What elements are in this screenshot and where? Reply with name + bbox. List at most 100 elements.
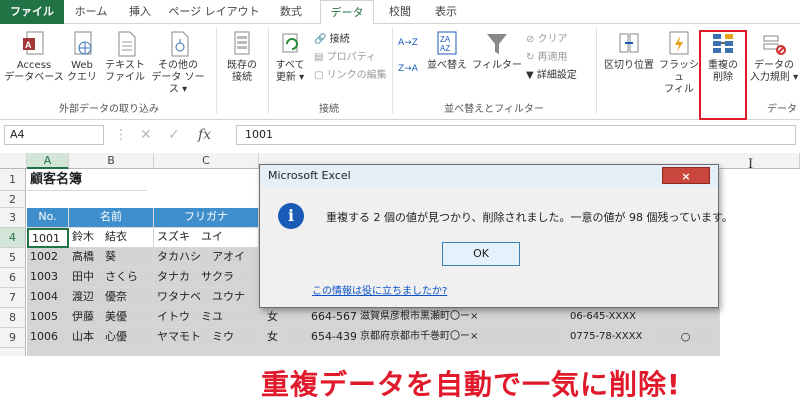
- enter-icon[interactable]: ✓: [168, 125, 180, 145]
- sort-az-icon: A→Z: [398, 38, 418, 48]
- existing-connections-button[interactable]: 既存の 接続: [220, 30, 264, 84]
- table-cell[interactable]: ヤマモト ミウ: [154, 328, 259, 348]
- tab-page-layout[interactable]: ページ レイアウト: [164, 0, 264, 24]
- dialog-title: Microsoft Excel: [260, 165, 718, 187]
- existing-label-2: 接続: [232, 72, 252, 83]
- table-cell-address[interactable]: 滋賀県彦根市黒瀬町〇ー×: [357, 308, 562, 328]
- advanced-button[interactable]: ▼ 詳細設定: [526, 68, 577, 83]
- properties-button[interactable]: ▤ プロパティ: [314, 50, 376, 65]
- row-header[interactable]: 5: [0, 248, 26, 268]
- text-label-1: テキスト: [105, 60, 145, 71]
- table-cell[interactable]: タカハシ アオイ: [154, 248, 259, 268]
- formula-input[interactable]: 1001: [236, 125, 796, 145]
- header-cell-no[interactable]: No.: [27, 208, 69, 228]
- feedback-link[interactable]: この情報は役に立ちましたか?: [312, 282, 447, 297]
- column-header-a[interactable]: A: [27, 153, 69, 169]
- header-cell-name[interactable]: 名前: [69, 208, 154, 228]
- table-cell[interactable]: 渡辺 優奈: [69, 288, 154, 308]
- sort-descending-button[interactable]: Z→A: [398, 62, 418, 77]
- filter-button[interactable]: フィルター: [472, 30, 522, 72]
- table-cell-gender[interactable]: 女: [259, 308, 287, 328]
- row-header[interactable]: 2: [0, 191, 26, 208]
- clear-button[interactable]: ⊘ クリア: [526, 32, 568, 47]
- tab-view[interactable]: 表示: [424, 0, 468, 24]
- ribbon-divider: [268, 28, 269, 114]
- select-all-corner[interactable]: [0, 153, 27, 169]
- ribbon-divider: [216, 28, 217, 114]
- text-file-button[interactable]: テキスト ファイル: [102, 30, 148, 84]
- tab-file[interactable]: ファイル: [0, 0, 64, 24]
- flash-fill-button[interactable]: フラッシュ フィル: [658, 30, 700, 96]
- table-cell-mark[interactable]: ○: [652, 328, 720, 348]
- tab-formulas[interactable]: 数式: [266, 0, 316, 24]
- web-query-button[interactable]: Web クエリ: [64, 30, 100, 84]
- access-label-1: Access: [16, 60, 52, 71]
- row-header[interactable]: 1: [0, 169, 26, 191]
- refresh-all-button[interactable]: すべて 更新 ▾: [270, 30, 310, 84]
- table-cell[interactable]: スズキ ユイ: [154, 228, 259, 248]
- dialog-message: 重複する 2 個の値が見つかり、削除されました。一意の値が 98 個残っています…: [326, 211, 733, 224]
- promo-caption: 重複データを自動で一気に削除!: [261, 368, 681, 401]
- dialog-close-button[interactable]: ×: [662, 167, 710, 184]
- tab-review[interactable]: 校閲: [378, 0, 422, 24]
- row-header[interactable]: 8: [0, 308, 26, 328]
- sort-label: 並べ替え: [427, 60, 467, 71]
- validation-label-1: データの: [754, 60, 794, 71]
- table-cell[interactable]: 1002: [27, 248, 69, 268]
- text-file-icon: [118, 31, 136, 57]
- column-header-c[interactable]: C: [154, 153, 259, 169]
- table-cell[interactable]: 山本 心優: [69, 328, 154, 348]
- row-header[interactable]: 7: [0, 288, 26, 308]
- table-cell-address[interactable]: 京都府京都市千巻町〇ー×: [357, 328, 562, 348]
- row-header[interactable]: 9: [0, 328, 26, 348]
- table-cell[interactable]: タナカ サクラ: [154, 268, 259, 288]
- header-cell-furigana[interactable]: フリガナ: [154, 208, 259, 228]
- table-cell-phone[interactable]: 0775-78-XXXX: [562, 328, 652, 348]
- insert-function-icon[interactable]: fx: [198, 125, 211, 145]
- table-cell-zip[interactable]: 664-5678: [287, 308, 357, 328]
- other-sources-button[interactable]: その他の データ ソース ▾: [148, 30, 208, 96]
- svg-text:ZA: ZA: [440, 35, 451, 44]
- access-database-button[interactable]: A Access データベース: [4, 30, 64, 84]
- reapply-button[interactable]: ↻ 再適用: [526, 50, 568, 65]
- name-box[interactable]: A4: [4, 125, 104, 145]
- ok-button[interactable]: OK: [442, 242, 520, 266]
- data-validation-button[interactable]: データの 入力規則 ▾: [748, 30, 800, 84]
- sheet-title[interactable]: 顧客名簿: [27, 169, 147, 191]
- table-cell-phone[interactable]: 06-645-XXXX: [562, 308, 652, 328]
- column-header-b[interactable]: B: [69, 153, 154, 169]
- row-header[interactable]: 3: [0, 208, 26, 228]
- connections-button[interactable]: 🔗 接続: [314, 32, 350, 47]
- table-cell[interactable]: 鈴木 結衣: [69, 228, 154, 248]
- formula-controls: ⋮ ✕ ✓ fx: [110, 125, 230, 145]
- tab-home[interactable]: ホーム: [66, 0, 116, 24]
- table-row-partial: [27, 348, 720, 356]
- text-to-columns-button[interactable]: 区切り位置: [600, 30, 658, 72]
- table-cell[interactable]: イトウ ミユ: [154, 308, 259, 328]
- table-cell[interactable]: 高橋 葵: [69, 248, 154, 268]
- table-cell[interactable]: 田中 さくら: [69, 268, 154, 288]
- row-header[interactable]: 6: [0, 268, 26, 288]
- tab-data[interactable]: データ: [320, 0, 374, 25]
- table-cell[interactable]: 1006: [27, 328, 69, 348]
- sort-ascending-button[interactable]: A→Z: [398, 36, 418, 51]
- table-cell-mark[interactable]: [652, 308, 720, 328]
- clear-label: クリア: [537, 34, 568, 45]
- edit-links-button[interactable]: ▢ リンクの編集: [314, 68, 387, 83]
- properties-label: プロパティ: [326, 52, 377, 63]
- table-cell-active[interactable]: 1001: [27, 228, 69, 248]
- flash-fill-icon: [669, 31, 689, 55]
- table-cell-zip[interactable]: 654-4397: [287, 328, 357, 348]
- cancel-icon[interactable]: ✕: [140, 125, 152, 145]
- row-header[interactable]: 4: [0, 228, 26, 248]
- tab-insert[interactable]: 挿入: [118, 0, 162, 24]
- sort-button[interactable]: ZA AZ 並べ替え: [424, 30, 470, 72]
- table-cell[interactable]: 1004: [27, 288, 69, 308]
- table-cell[interactable]: 伊藤 美優: [69, 308, 154, 328]
- table-cell[interactable]: ワタナベ ユウナ: [154, 288, 259, 308]
- group-label-connections: 接続: [319, 104, 339, 115]
- table-cell-gender[interactable]: 女: [259, 328, 287, 348]
- group-label-sort-filter: 並べ替えとフィルター: [444, 104, 544, 115]
- table-cell[interactable]: 1003: [27, 268, 69, 288]
- table-cell[interactable]: 1005: [27, 308, 69, 328]
